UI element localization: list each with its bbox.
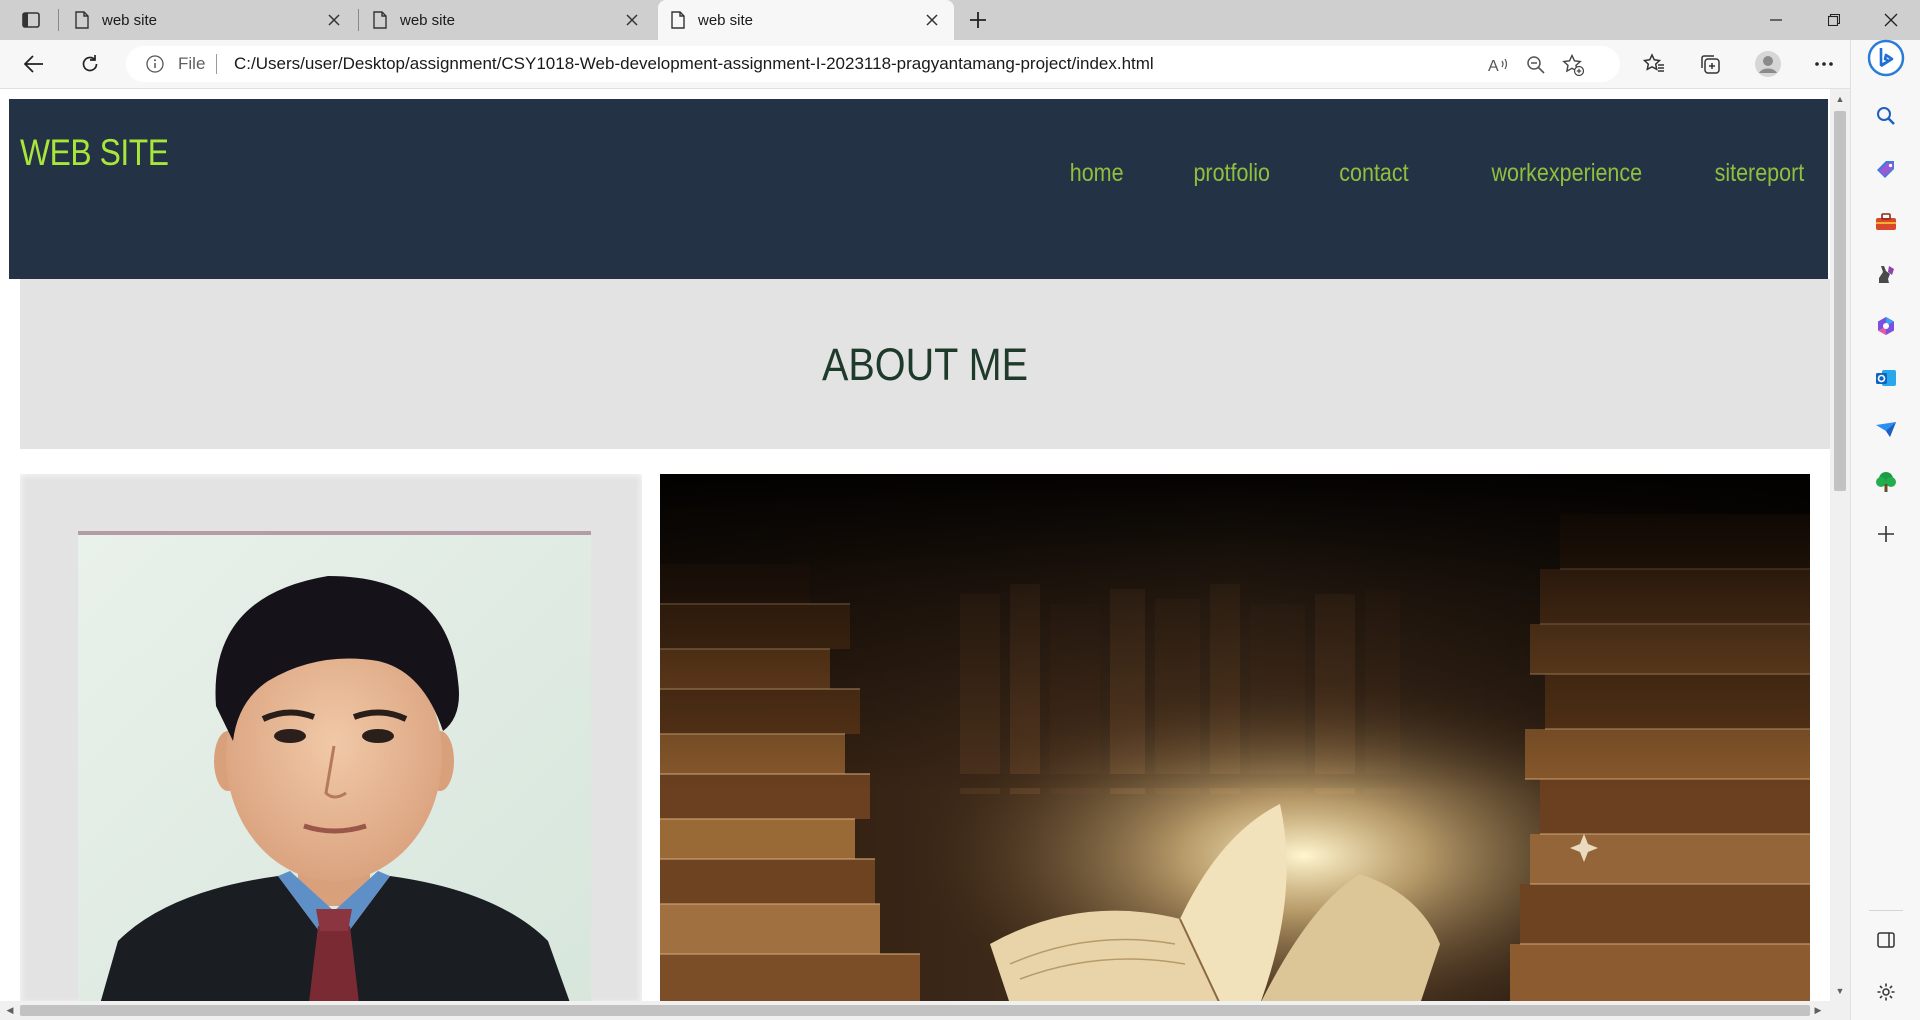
tab-actions-icon xyxy=(22,12,40,28)
sidebar-drop[interactable] xyxy=(1870,414,1902,446)
drop-icon xyxy=(1876,422,1896,437)
shopping-tag-icon xyxy=(1877,161,1894,178)
hero-library-image xyxy=(660,474,1810,1001)
vertical-scroll-thumb[interactable] xyxy=(1834,111,1846,491)
more-button[interactable] xyxy=(1806,46,1842,82)
refresh-icon xyxy=(82,55,98,72)
page-viewport: WEB SITE home protfolio contact workexpe… xyxy=(0,89,1830,1001)
browser-toolbar: File C:/Users/user/Desktop/assignment/CS… xyxy=(0,40,1920,89)
sidebar-search[interactable] xyxy=(1870,100,1902,132)
more-icon xyxy=(1815,62,1833,66)
tab-title: web site xyxy=(400,11,456,29)
address-bar[interactable]: File C:/Users/user/Desktop/assignment/CS… xyxy=(126,46,1620,82)
profile-photo xyxy=(78,531,591,1001)
info-icon[interactable] xyxy=(146,55,164,73)
plus-icon xyxy=(970,12,986,28)
read-aloud-icon[interactable]: A xyxy=(1488,54,1510,76)
address-separator xyxy=(216,54,217,74)
collections-button[interactable] xyxy=(1692,46,1728,82)
about-section-header: ABOUT ME xyxy=(20,279,1830,449)
close-tab-icon[interactable] xyxy=(922,10,942,30)
tab-strip: web site web site web site xyxy=(0,0,1920,40)
nav-protfolio[interactable]: protfolio xyxy=(1194,159,1270,188)
tab-title: web site xyxy=(102,11,158,29)
restore-button[interactable] xyxy=(1805,0,1863,40)
nav-contact[interactable]: contact xyxy=(1339,159,1408,188)
profile-button[interactable] xyxy=(1750,46,1786,82)
scroll-left-arrow-icon[interactable]: ◀ xyxy=(4,1004,16,1016)
section-title: ABOUT ME xyxy=(821,339,1029,390)
horizontal-scroll-thumb[interactable] xyxy=(20,1005,1810,1016)
url-text[interactable]: C:/Users/user/Desktop/assignment/CSY1018… xyxy=(234,54,1154,74)
nav-workexperience[interactable]: workexperience xyxy=(1491,159,1642,188)
minimize-button[interactable] xyxy=(1747,0,1805,40)
new-tab-button[interactable] xyxy=(962,6,994,34)
search-icon xyxy=(1877,107,1895,125)
sidebar-split-screen[interactable] xyxy=(1870,924,1902,956)
tree-icon xyxy=(1876,472,1896,492)
outlook-icon xyxy=(1876,370,1896,386)
profile-icon xyxy=(1755,51,1781,77)
sidebar-outlook[interactable] xyxy=(1870,362,1902,394)
page-icon xyxy=(671,11,685,29)
profile-photo-card xyxy=(20,474,642,1001)
scroll-right-arrow-icon[interactable]: ▶ xyxy=(1812,1004,1824,1016)
add-icon xyxy=(1878,526,1894,542)
favorites-button[interactable] xyxy=(1636,46,1672,82)
scheme-label: File xyxy=(178,54,206,73)
tools-icon xyxy=(1876,213,1896,230)
restore-icon xyxy=(1828,14,1840,26)
minimize-icon xyxy=(1770,19,1782,21)
back-button[interactable] xyxy=(16,46,52,82)
tab-divider xyxy=(58,9,59,31)
horizontal-scrollbar[interactable]: ◀ ▶ xyxy=(0,1001,1850,1020)
nav-home[interactable]: home xyxy=(1069,159,1123,188)
sidebar-add[interactable] xyxy=(1870,518,1902,550)
sidebar-microsoft365[interactable] xyxy=(1870,310,1902,342)
tab-title: web site xyxy=(698,11,754,29)
tab-2[interactable]: web site xyxy=(360,0,654,40)
page-icon xyxy=(373,11,387,29)
close-tab-icon[interactable] xyxy=(622,10,642,30)
sidebar-tools[interactable] xyxy=(1870,206,1902,238)
sidebar-shopping[interactable] xyxy=(1870,154,1902,186)
back-icon xyxy=(24,55,43,73)
settings-icon xyxy=(1877,983,1895,1001)
close-icon xyxy=(1884,13,1898,27)
close-tab-icon[interactable] xyxy=(324,10,344,30)
tab-3-active[interactable]: web site xyxy=(658,0,954,40)
add-favorite-icon[interactable] xyxy=(1562,54,1584,76)
main-nav: home protfolio contact workexperience si… xyxy=(1003,159,1804,188)
tab-divider xyxy=(358,9,359,31)
bing-copilot-button[interactable] xyxy=(1866,38,1906,78)
site-logo-text[interactable]: WEB SITE xyxy=(20,132,169,174)
microsoft365-icon xyxy=(1878,317,1894,335)
vertical-scrollbar[interactable]: ▲ ▼ xyxy=(1830,89,1850,1001)
favorites-icon xyxy=(1643,53,1664,72)
zoom-out-icon[interactable] xyxy=(1525,54,1547,76)
svg-text:A: A xyxy=(1488,58,1499,75)
close-window-button[interactable] xyxy=(1862,0,1920,40)
edge-sidebar xyxy=(1850,38,1920,1020)
games-icon xyxy=(1879,266,1894,283)
page-icon xyxy=(75,11,89,29)
bing-copilot-icon xyxy=(1867,39,1905,77)
sidebar-games[interactable] xyxy=(1870,258,1902,290)
sidebar-tree[interactable] xyxy=(1870,466,1902,498)
sidebar-settings[interactable] xyxy=(1870,976,1902,1008)
split-screen-icon xyxy=(1877,932,1895,948)
nav-sitereport[interactable]: sitereport xyxy=(1714,159,1804,188)
collections-icon xyxy=(1701,55,1720,74)
tab-1[interactable]: web site xyxy=(62,0,356,40)
refresh-button[interactable] xyxy=(72,46,108,82)
sidebar-separator xyxy=(1869,910,1903,911)
site-header: WEB SITE home protfolio contact workexpe… xyxy=(9,99,1828,279)
scroll-up-arrow-icon[interactable]: ▲ xyxy=(1834,93,1846,105)
tab-actions-button[interactable] xyxy=(12,8,50,32)
scroll-down-arrow-icon[interactable]: ▼ xyxy=(1834,985,1846,997)
